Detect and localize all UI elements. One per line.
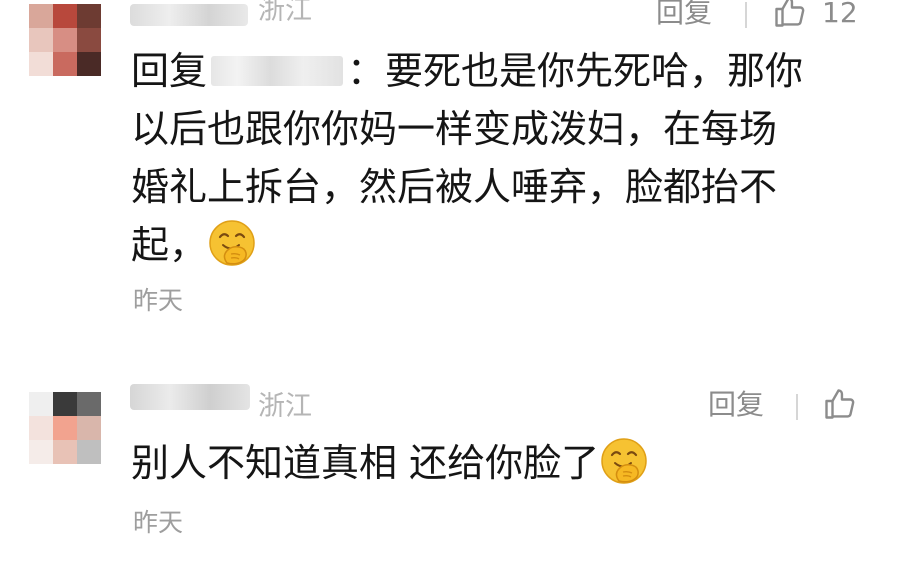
reply-button[interactable]: 回复 [708,388,764,422]
like-button[interactable] [772,0,808,30]
like-button[interactable] [822,386,858,422]
avatar[interactable] [29,4,101,76]
mentioned-user-masked[interactable] [211,56,344,86]
comment-line-1: 回复 ：要死也是你先死哈，那你 [131,49,804,93]
location-label: 浙江 [258,391,312,422]
username-masked[interactable] [130,2,248,30]
thumbs-up-icon [775,0,805,27]
laughing-cover-mouth-emoji [599,436,649,502]
location-label: 浙江 [258,0,312,26]
comment-line-3: 婚礼上拆台，然后被人唾弃，脸都抬不 [131,165,778,209]
comment-time: 昨天 [133,508,184,537]
reply-button[interactable]: 回复 [656,0,712,30]
laughing-cover-mouth-emoji [207,218,257,284]
comment-time: 昨天 [133,286,184,315]
comment-text: 回复 ：要死也是你先死哈，那你 以后也跟你你妈一样变成泼妇，在每场 婚礼上拆台，然… [131,42,803,274]
divider [796,394,798,420]
reply-prefix: 回复 [131,49,208,93]
comment-item: 浙江 回复 别人不知道真相 还给你脸了 昨天 [0,370,900,578]
comment-line-4: 起， [131,216,803,274]
thumbs-up-icon [825,389,855,419]
like-count: 12 [822,0,858,29]
comment-item: 浙江 回复 12 回复 ：要死也是你先死哈，那你 以后也跟你你妈一样变成泼妇，在每… [0,0,900,330]
comment-line-1: 别人不知道真相 还给你脸了 [131,434,649,492]
divider [745,2,747,28]
comment-text: 别人不知道真相 还给你脸了 [131,434,649,492]
comment-line-2: 以后也跟你你妈一样变成泼妇，在每场 [131,107,778,151]
avatar[interactable] [29,392,101,464]
username-masked[interactable] [130,384,250,412]
